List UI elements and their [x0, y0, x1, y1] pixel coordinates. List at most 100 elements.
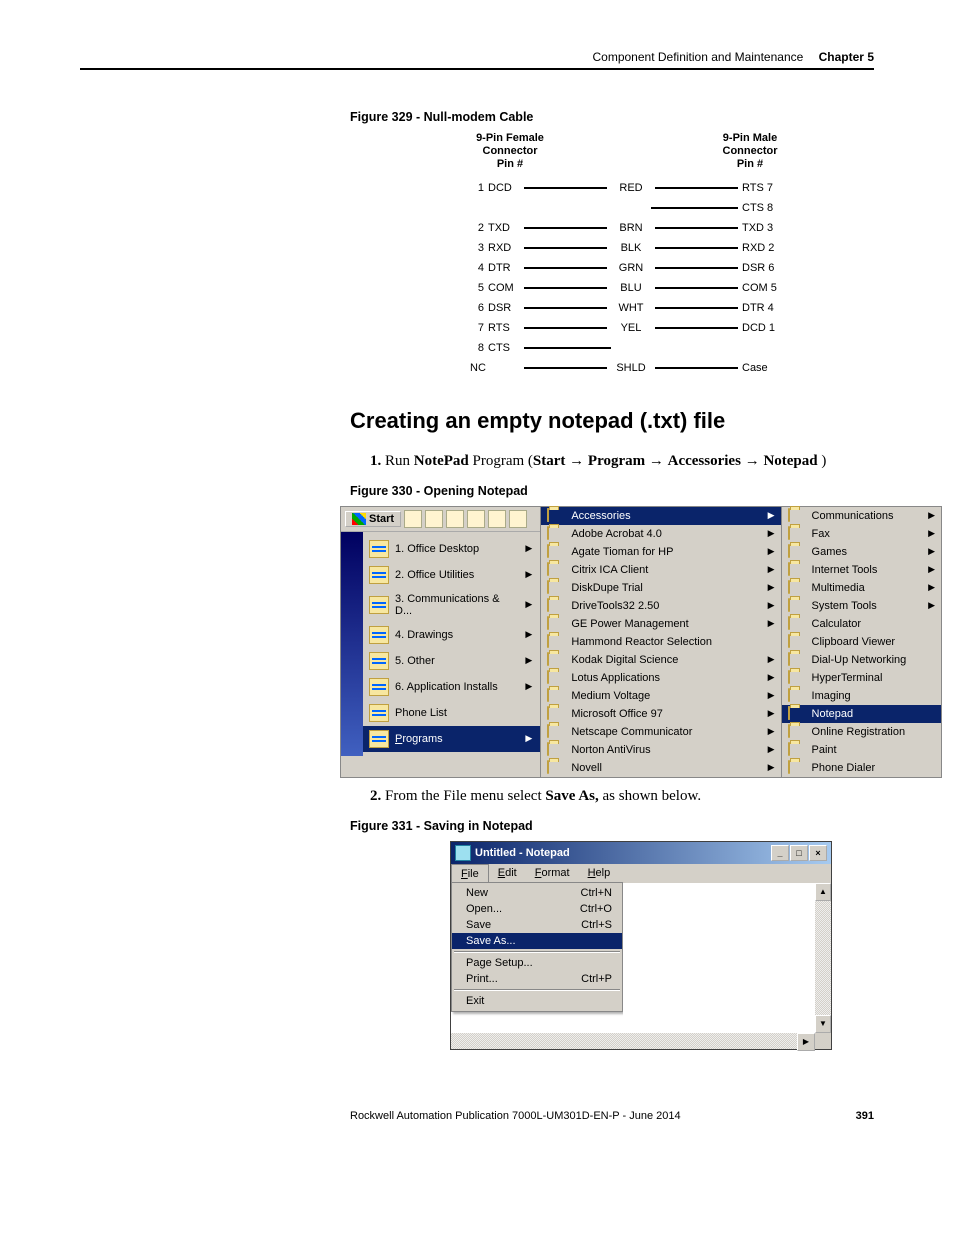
menu-label: Internet Tools [812, 564, 878, 576]
menu-item[interactable]: Novell▶ [541, 759, 780, 777]
menu-item[interactable]: Kodak Digital Science▶ [541, 651, 780, 669]
menu-item[interactable]: Dial-Up Networking [782, 651, 941, 669]
notepad-titlebar[interactable]: Untitled - Notepad _ □ × [451, 842, 831, 864]
menu-item[interactable]: HyperTerminal [782, 669, 941, 687]
step-2: 2. From the File menu select Save As, as… [370, 788, 874, 805]
vertical-scrollbar[interactable]: ▲ ▼ [815, 883, 831, 1033]
menu-item[interactable]: Calculator [782, 615, 941, 633]
menu-item[interactable]: Phone Dialer [782, 759, 941, 777]
file-menu-item[interactable]: Save As... [452, 933, 622, 949]
quick-launch-icon[interactable] [404, 510, 422, 528]
quick-launch-icon[interactable] [425, 510, 443, 528]
fig331-caption: Figure 331 - Saving in Notepad [350, 819, 874, 833]
quick-launch-icon[interactable] [509, 510, 527, 528]
start-menu-screenshot: Start 1. Office Desktop▶2. Office Utilit… [340, 506, 942, 778]
menubar-item[interactable]: Format [526, 864, 579, 883]
minimize-button[interactable]: _ [771, 845, 789, 861]
menu-item[interactable]: Norton AntiVirus▶ [541, 741, 780, 759]
menu-item[interactable]: Phone List [363, 700, 540, 726]
menu-label: Communications [812, 510, 894, 522]
menu-item[interactable]: 5. Other▶ [363, 648, 540, 674]
menu-item[interactable]: Paint [782, 741, 941, 759]
file-menu-item[interactable]: Open...Ctrl+O [452, 901, 622, 917]
menu-item[interactable]: Imaging [782, 687, 941, 705]
menu-item[interactable]: Hammond Reactor Selection [541, 633, 780, 651]
menu-label: 2. Office Utilities [395, 569, 474, 581]
file-menu-item[interactable]: NewCtrl+N [452, 885, 622, 901]
taskbar: Start [341, 507, 540, 532]
menu-label: Programs [395, 733, 443, 745]
menu-item[interactable]: 2. Office Utilities▶ [363, 562, 540, 588]
menu-label: 4. Drawings [395, 629, 453, 641]
notepad-icon [455, 845, 471, 861]
menu-item[interactable]: Citrix ICA Client▶ [541, 561, 780, 579]
maximize-button[interactable]: □ [790, 845, 808, 861]
close-button[interactable]: × [809, 845, 827, 861]
menu-item[interactable]: Medium Voltage▶ [541, 687, 780, 705]
menu-item[interactable]: 4. Drawings▶ [363, 622, 540, 648]
menu-item[interactable]: 6. Application Installs▶ [363, 674, 540, 700]
start-button[interactable]: Start [345, 511, 401, 527]
file-menu-item[interactable]: Page Setup... [452, 955, 622, 971]
menu-item[interactable]: GE Power Management▶ [541, 615, 780, 633]
menu-label: Calculator [812, 618, 862, 630]
start-label: Start [369, 513, 394, 525]
quick-launch-icon[interactable] [488, 510, 506, 528]
cable-row: CTS 8 [470, 198, 790, 218]
cable-row: 1DCDREDRTS 7 [470, 178, 790, 198]
menu-label: Phone List [395, 707, 447, 719]
menu-item[interactable]: Games▶ [782, 543, 941, 561]
cable-row: NCSHLDCase [470, 358, 790, 378]
scroll-up-icon[interactable]: ▲ [815, 883, 831, 901]
menu-label: Online Registration [812, 726, 906, 738]
menubar-item[interactable]: Help [579, 864, 620, 883]
scroll-down-icon[interactable]: ▼ [815, 1015, 831, 1033]
menu-item[interactable]: 3. Communications & D...▶ [363, 588, 540, 622]
footer-page: 391 [856, 1110, 874, 1122]
menu-item[interactable]: System Tools▶ [782, 597, 941, 615]
section-heading: Creating an empty notepad (.txt) file [350, 408, 874, 434]
menu-label: GE Power Management [571, 618, 688, 630]
menu-item[interactable]: Accessories▶ [541, 507, 780, 525]
menu-item[interactable]: Internet Tools▶ [782, 561, 941, 579]
menu-item[interactable]: Fax▶ [782, 525, 941, 543]
menu-item[interactable]: Lotus Applications▶ [541, 669, 780, 687]
menu-label: Novell [571, 762, 602, 774]
quick-launch-icon[interactable] [446, 510, 464, 528]
menu-item[interactable]: DiskDupe Trial▶ [541, 579, 780, 597]
file-menu-item[interactable]: Exit [452, 993, 622, 1009]
menu-label: 6. Application Installs [395, 681, 498, 693]
step-1: 1. Run NotePad Program (Start → Program … [370, 452, 874, 470]
menu-label: Games [812, 546, 847, 558]
menu-label: Citrix ICA Client [571, 564, 648, 576]
file-menu-item[interactable]: SaveCtrl+S [452, 917, 622, 933]
menu-label: Notepad [812, 708, 854, 720]
menubar-item[interactable]: Edit [489, 864, 526, 883]
menu-label: HyperTerminal [812, 672, 883, 684]
menu-item[interactable]: Microsoft Office 97▶ [541, 705, 780, 723]
menu-item[interactable]: DriveTools32 2.50▶ [541, 597, 780, 615]
scroll-right-icon[interactable]: ▶ [797, 1033, 815, 1051]
menu-item[interactable]: Notepad [782, 705, 941, 723]
notepad-textarea[interactable] [623, 883, 815, 1033]
file-menu-item[interactable]: Print...Ctrl+P [452, 971, 622, 987]
menu-item[interactable]: Agate Tioman for HP▶ [541, 543, 780, 561]
chapter-label: Chapter 5 [819, 50, 874, 64]
menubar-item[interactable]: File [451, 864, 489, 883]
menu-item[interactable]: Communications▶ [782, 507, 941, 525]
resize-grip-icon[interactable] [815, 1033, 831, 1049]
menu-item[interactable]: Multimedia▶ [782, 579, 941, 597]
quick-launch-icon[interactable] [467, 510, 485, 528]
menu-item[interactable]: 1. Office Desktop▶ [363, 536, 540, 562]
horizontal-scrollbar[interactable]: ▶ [451, 1033, 831, 1049]
menu-item[interactable]: Programs▶ [363, 726, 540, 752]
menu-item[interactable]: Clipboard Viewer [782, 633, 941, 651]
menu-label: Paint [812, 744, 837, 756]
cable-row: 2TXDBRNTXD 3 [470, 218, 790, 238]
menu-item[interactable]: Online Registration [782, 723, 941, 741]
menu-label: 5. Other [395, 655, 435, 667]
menu-item[interactable]: Netscape Communicator▶ [541, 723, 780, 741]
menu-item[interactable]: Adobe Acrobat 4.0▶ [541, 525, 780, 543]
menu-separator [454, 951, 620, 953]
menu-label: System Tools [812, 600, 877, 612]
